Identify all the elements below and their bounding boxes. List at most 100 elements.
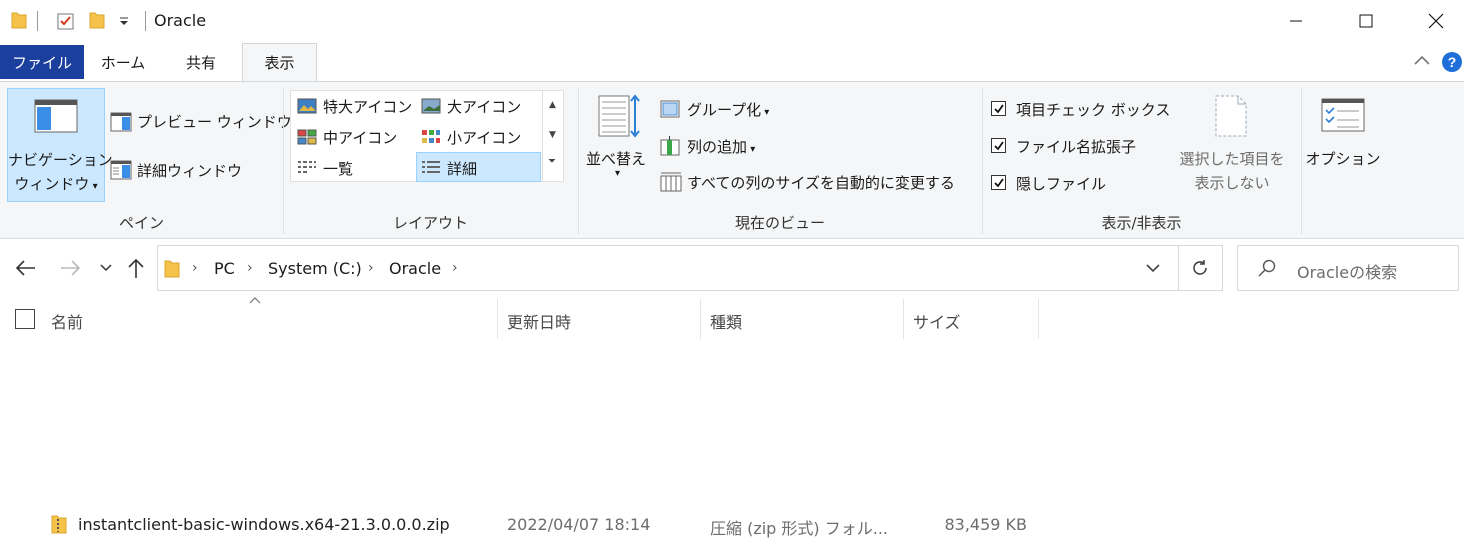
separator xyxy=(145,11,146,31)
details-pane-icon xyxy=(110,160,132,180)
column-separator[interactable] xyxy=(700,299,701,339)
details-view-icon xyxy=(421,160,441,176)
preview-pane-button[interactable]: プレビュー ウィンドウ xyxy=(137,111,292,132)
layout-extra-large-icons[interactable]: 特大アイコン xyxy=(323,96,412,117)
tab-file[interactable]: ファイル xyxy=(0,45,84,79)
address-history-chevron-icon[interactable] xyxy=(1146,263,1160,273)
ribbon-collapse-chevron-icon[interactable] xyxy=(1413,54,1431,66)
file-extensions-checkbox[interactable] xyxy=(991,138,1006,153)
customize-toolbar-icon[interactable] xyxy=(118,15,130,27)
title-bar: Oracle xyxy=(0,0,1464,42)
select-all-checkbox[interactable] xyxy=(15,309,35,329)
zip-folder-icon xyxy=(51,513,67,535)
sort-button[interactable]: 並べ替え xyxy=(586,148,646,169)
hide-selected-icon xyxy=(1214,94,1248,138)
checkmark-icon xyxy=(993,140,1004,150)
up-arrow-icon[interactable] xyxy=(127,257,145,279)
breadcrumb-chevron-icon[interactable]: › xyxy=(247,260,253,276)
fit-columns-icon xyxy=(660,172,682,192)
file-modified: 2022/04/07 18:14 xyxy=(507,515,651,534)
layout-details[interactable]: 詳細 xyxy=(447,158,477,179)
column-separator[interactable] xyxy=(903,299,904,339)
separator xyxy=(1178,246,1179,290)
breadcrumb-system-c[interactable]: System (C:) xyxy=(268,259,362,278)
sort-dropdown-arrow-icon: ▾ xyxy=(615,168,621,179)
tab-share[interactable]: 共有 xyxy=(172,43,230,81)
layout-small-icons[interactable]: 小アイコン xyxy=(447,127,521,148)
add-column-label: 列の追加 xyxy=(687,138,748,156)
layout-list[interactable]: 一覧 xyxy=(323,158,353,179)
details-pane-button[interactable]: 詳細ウィンドウ xyxy=(137,160,242,181)
tab-view[interactable]: 表示 xyxy=(242,43,317,81)
ribbon-tabs: ファイル ホーム 共有 表示 ? xyxy=(0,43,1464,81)
svg-text:?: ? xyxy=(1448,54,1457,70)
sort-ascending-icon xyxy=(249,296,261,304)
column-header-type[interactable]: 種類 xyxy=(710,309,742,333)
gallery-more-icon[interactable]: ⏷ xyxy=(548,156,556,167)
column-separator[interactable] xyxy=(497,299,498,339)
search-icon xyxy=(1258,259,1276,277)
item-checkboxes-label[interactable]: 項目チェック ボックス xyxy=(1016,99,1170,120)
navigation-pane-button[interactable]: ナビゲーション ウィンドウ ▾ xyxy=(7,88,113,202)
column-header-size[interactable]: サイズ xyxy=(913,309,961,333)
search-box[interactable]: Oracleの検索 xyxy=(1237,245,1459,291)
minimize-icon xyxy=(1290,20,1302,22)
maximize-button[interactable] xyxy=(1343,0,1389,42)
hidden-items-checkbox[interactable] xyxy=(991,175,1006,190)
separator xyxy=(37,11,38,31)
file-name[interactable]: instantclient-basic-windows.x64-21.3.0.0… xyxy=(78,515,450,534)
hidden-items-label[interactable]: 隠しファイル xyxy=(1016,173,1106,194)
search-placeholder: Oracleの検索 xyxy=(1297,263,1398,282)
ribbon: ナビゲーション ウィンドウ ▾ プレビュー ウィンドウ 詳細ウィンドウ ペイン … xyxy=(0,81,1464,239)
layout-medium-icons[interactable]: 中アイコン xyxy=(323,127,397,148)
scroll-down-icon[interactable]: ▼ xyxy=(549,130,556,140)
new-folder-icon[interactable] xyxy=(89,11,105,29)
forward-arrow-icon[interactable] xyxy=(60,259,82,277)
file-extensions-label[interactable]: ファイル名拡張子 xyxy=(1016,136,1136,157)
tab-home[interactable]: ホーム xyxy=(94,43,152,81)
group-by-button[interactable]: グループ化 ▾ xyxy=(687,99,769,120)
breadcrumb-chevron-icon[interactable]: › xyxy=(452,260,458,276)
preview-pane-icon xyxy=(110,112,132,132)
dropdown-arrow-icon: ▾ xyxy=(747,144,756,155)
navigation-pane-icon xyxy=(34,99,78,133)
layout-large-icons[interactable]: 大アイコン xyxy=(447,96,521,117)
back-arrow-icon[interactable] xyxy=(14,259,36,277)
hide-selected-label-2: 表示しない xyxy=(1194,174,1270,192)
close-button[interactable] xyxy=(1413,0,1459,42)
item-checkboxes-checkbox[interactable] xyxy=(991,101,1006,116)
recent-locations-chevron-icon[interactable] xyxy=(100,263,112,273)
breadcrumb-chevron-icon[interactable]: › xyxy=(192,260,198,276)
column-separator[interactable] xyxy=(1038,299,1039,339)
options-icon xyxy=(1321,98,1365,132)
address-bar[interactable]: › PC › System (C:) › Oracle › xyxy=(157,245,1223,291)
extra-large-icons-icon xyxy=(297,98,317,114)
large-icons-icon xyxy=(421,98,441,114)
list-icon xyxy=(297,160,317,176)
breadcrumb-oracle[interactable]: Oracle xyxy=(389,259,441,278)
add-column-icon xyxy=(660,136,680,156)
properties-icon[interactable] xyxy=(56,11,76,31)
help-icon[interactable]: ? xyxy=(1441,51,1463,73)
fit-columns-button[interactable]: すべての列のサイズを自動的に変更する xyxy=(687,172,955,193)
group-by-icon xyxy=(660,100,680,118)
options-button[interactable]: オプション xyxy=(1305,148,1381,169)
refresh-icon[interactable] xyxy=(1191,259,1209,277)
navigation-pane-label-2: ウィンドウ xyxy=(14,175,90,193)
gallery-scroll: ▲ ▼ ⏷ xyxy=(542,90,564,182)
file-type: 圧縮 (zip 形式) フォル... xyxy=(710,519,889,538)
scroll-up-icon[interactable]: ▲ xyxy=(549,100,556,110)
column-header-modified[interactable]: 更新日時 xyxy=(507,309,571,333)
add-column-button[interactable]: 列の追加 ▾ xyxy=(687,136,755,157)
group-label-current-view: 現在のビュー xyxy=(734,214,825,232)
column-header-name[interactable]: 名前 xyxy=(51,309,83,333)
dropdown-arrow-icon: ▾ xyxy=(761,107,770,118)
hide-selected-label-1: 選択した項目を xyxy=(1179,150,1285,168)
folder-icon xyxy=(164,258,180,278)
breadcrumb-chevron-icon[interactable]: › xyxy=(368,260,374,276)
navigation-pane-label-1: ナビゲーション xyxy=(8,151,113,169)
navigation-pane-label-2-wrap: ウィンドウ ▾ xyxy=(8,173,104,194)
minimize-button[interactable] xyxy=(1273,0,1319,42)
maximize-icon xyxy=(1359,14,1373,28)
breadcrumb-pc[interactable]: PC xyxy=(214,259,235,278)
